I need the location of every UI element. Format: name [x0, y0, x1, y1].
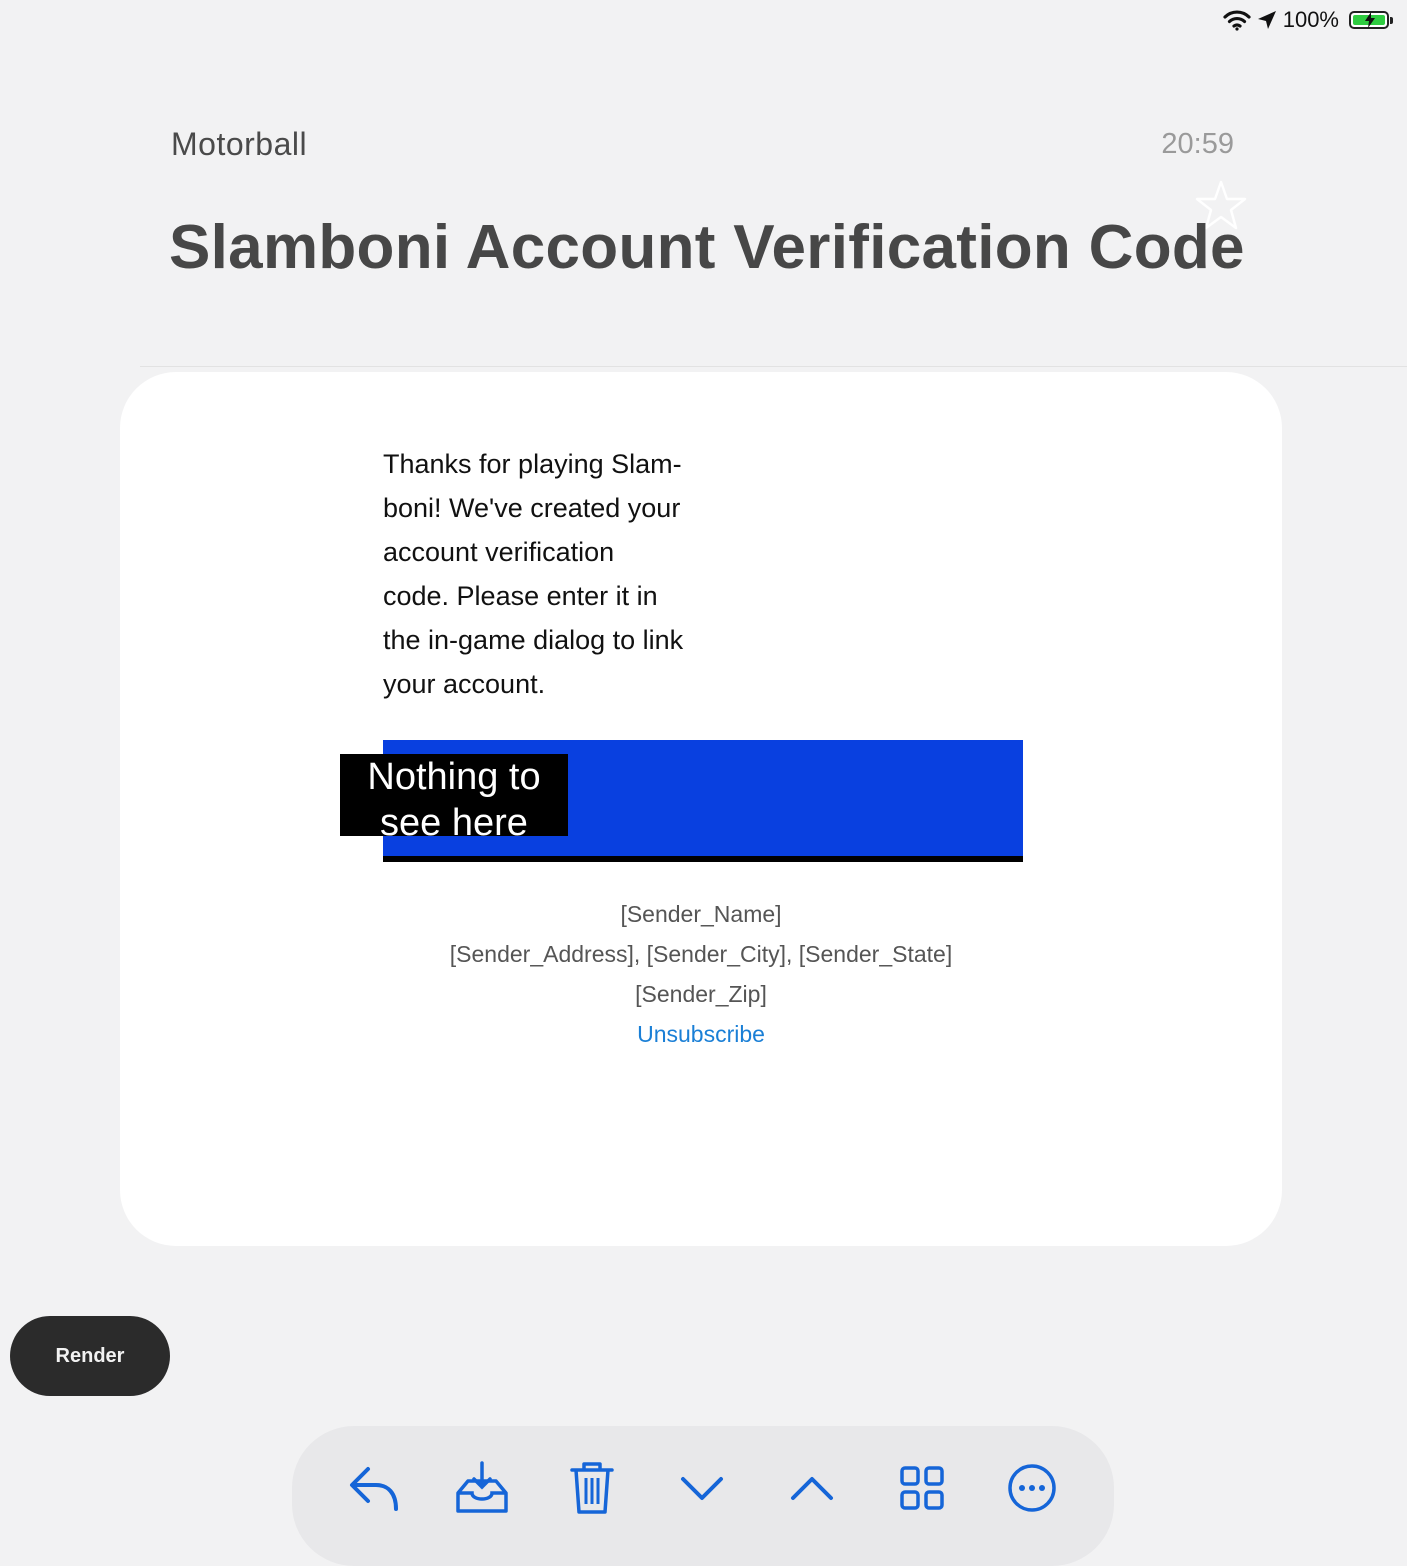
body-line: your account. — [383, 669, 546, 699]
email-subject: Slamboni Account Verification Code — [169, 213, 1245, 282]
body-line: boni! We've created your — [383, 493, 681, 523]
archive-icon[interactable] — [450, 1456, 514, 1520]
next-down-icon[interactable] — [670, 1456, 734, 1520]
battery-percent: 100% — [1282, 7, 1339, 32]
footer-sender-address: [Sender_Address], [Sender_City], [Sender… — [449, 941, 953, 967]
more-icon[interactable] — [1000, 1456, 1064, 1520]
email-body-card: Thanks for playing Slam- boni! We've cre… — [120, 372, 1282, 1246]
body-line: account verification — [383, 537, 615, 567]
battery-charging-icon — [1349, 11, 1393, 29]
footer-sender-name: [Sender_Name] — [620, 901, 782, 927]
redaction-line: see here — [380, 802, 528, 844]
body-line: code. Please enter it in — [383, 581, 658, 611]
render-button[interactable]: Render — [10, 1316, 170, 1396]
grid-icon[interactable] — [890, 1456, 954, 1520]
redaction-line: Nothing to — [367, 756, 541, 798]
sender-name[interactable]: Motorball — [171, 126, 307, 163]
email-time: 20:59 — [1161, 128, 1234, 160]
redaction-box: Nothing to see here — [340, 754, 568, 844]
reply-icon[interactable] — [342, 1456, 406, 1520]
bottom-toolbar — [292, 1426, 1114, 1566]
previous-up-icon[interactable] — [780, 1456, 844, 1520]
header-divider — [140, 366, 1407, 367]
body-line: the in-game dialog to link — [383, 625, 684, 655]
trash-icon[interactable] — [560, 1456, 624, 1520]
unsubscribe-link[interactable]: Unsubscribe — [637, 1014, 765, 1054]
footer-sender-zip: [Sender_Zip] — [635, 981, 767, 1007]
email-footer: [Sender_Name] [Sender_Address], [Sender_… — [120, 894, 1282, 1054]
email-body-text: Thanks for playing Slam- boni! We've cre… — [383, 442, 713, 706]
body-line: Thanks for playing Slam- — [383, 449, 682, 479]
wifi-icon — [1223, 10, 1251, 31]
location-arrow-icon — [1257, 11, 1276, 29]
status-bar: 100% — [1223, 4, 1393, 36]
